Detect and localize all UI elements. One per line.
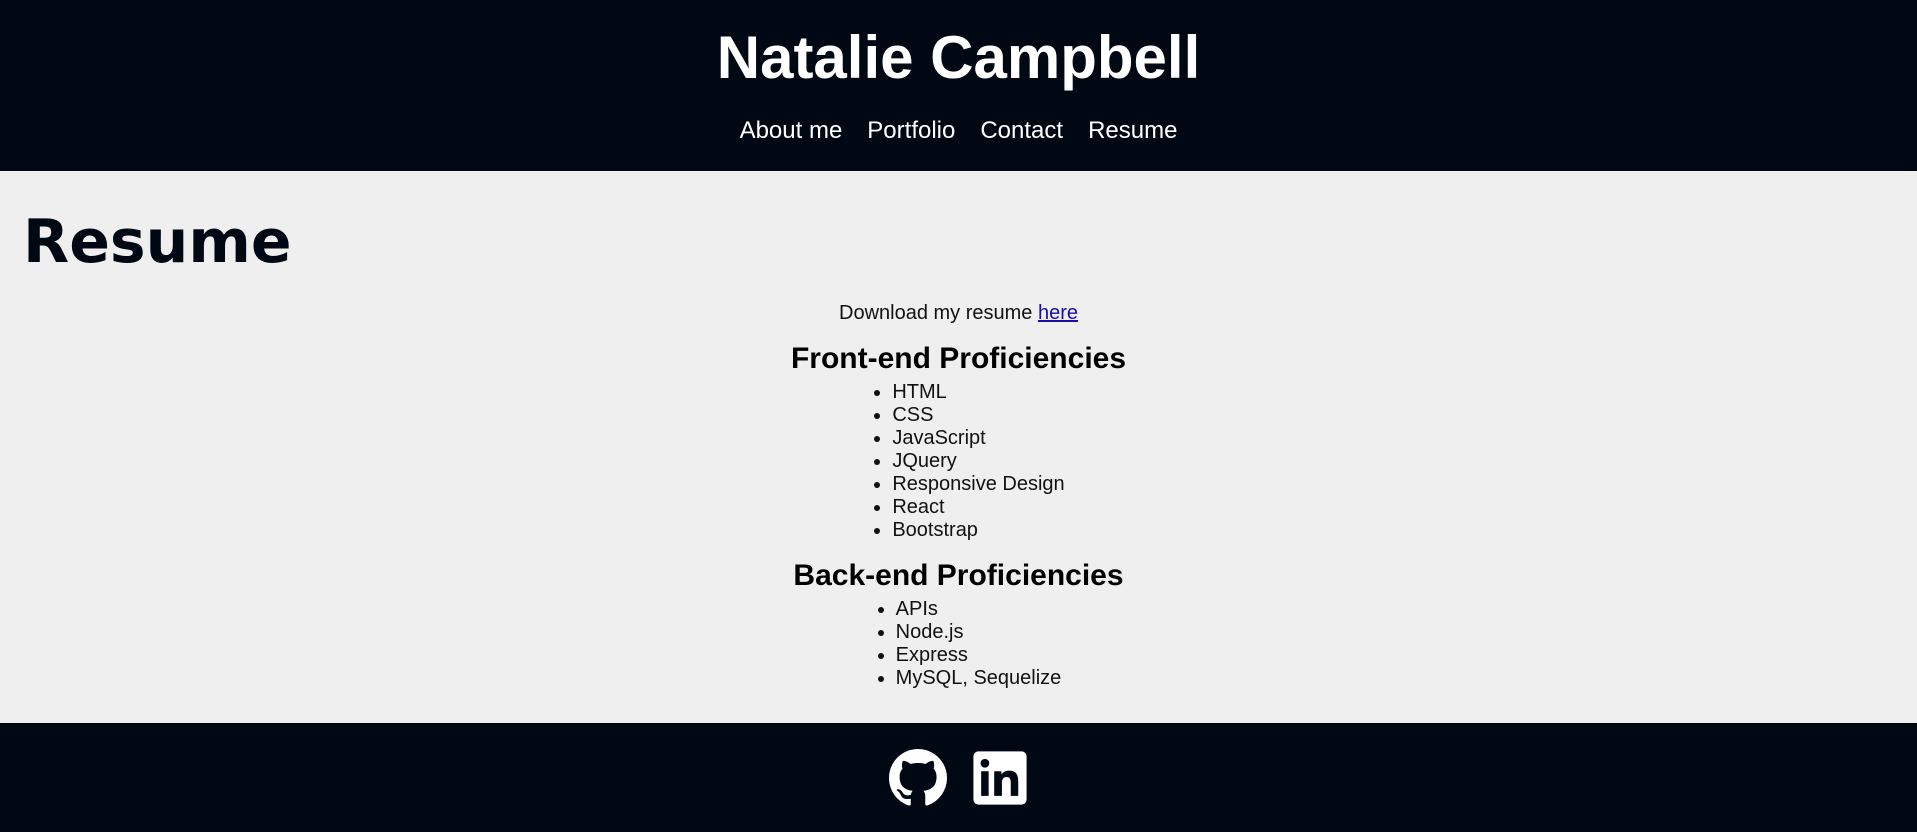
list-item: JavaScript: [892, 427, 1064, 450]
list-item: HTML: [892, 381, 1064, 404]
list-item: CSS: [892, 404, 1064, 427]
linkedin-link[interactable]: [971, 749, 1029, 807]
linkedin-icon: [972, 750, 1027, 805]
backend-section: Back-end Proficiencies APIs Node.js Expr…: [0, 558, 1917, 690]
github-link[interactable]: [888, 748, 947, 807]
download-line: Download my resume here: [0, 301, 1917, 325]
list-item: APIs: [896, 598, 1062, 621]
site-header: Natalie Campbell About me Portfolio Cont…: [0, 0, 1917, 171]
backend-block: APIs Node.js Express MySQL, Sequelize: [856, 594, 1062, 690]
frontend-block: HTML CSS JavaScript JQuery Responsive De…: [852, 377, 1064, 542]
backend-list: APIs Node.js Express MySQL, Sequelize: [856, 598, 1062, 690]
resume-column: Download my resume here Front-end Profic…: [0, 301, 1917, 690]
site-title: Natalie Campbell: [716, 24, 1201, 91]
site-footer: [0, 723, 1917, 832]
github-icon: [888, 748, 947, 806]
main-content: Resume Download my resume here Front-end…: [0, 171, 1917, 723]
nav-resume[interactable]: Resume: [1088, 116, 1177, 146]
main-nav: About me Portfolio Contact Resume: [0, 116, 1917, 146]
download-resume-link[interactable]: here: [1038, 302, 1078, 324]
list-item: MySQL, Sequelize: [896, 667, 1062, 690]
frontend-title: Front-end Proficiencies: [790, 342, 1127, 375]
download-text: Download my resume: [839, 302, 1038, 324]
list-item: Node.js: [896, 621, 1062, 644]
list-item: React: [892, 496, 1064, 519]
nav-about-me[interactable]: About me: [740, 116, 843, 146]
page: Natalie Campbell About me Portfolio Cont…: [0, 0, 1917, 832]
list-item: JQuery: [892, 450, 1064, 473]
backend-title: Back-end Proficiencies: [793, 559, 1124, 592]
nav-portfolio[interactable]: Portfolio: [867, 116, 955, 146]
list-item: Responsive Design: [892, 473, 1064, 496]
list-item: Bootstrap: [892, 519, 1064, 542]
nav-contact[interactable]: Contact: [980, 116, 1063, 146]
list-item: Express: [896, 644, 1062, 667]
frontend-section: Front-end Proficiencies HTML CSS JavaScr…: [0, 341, 1917, 542]
frontend-list: HTML CSS JavaScript JQuery Responsive De…: [852, 381, 1064, 542]
section-title: Resume: [23, 207, 292, 277]
